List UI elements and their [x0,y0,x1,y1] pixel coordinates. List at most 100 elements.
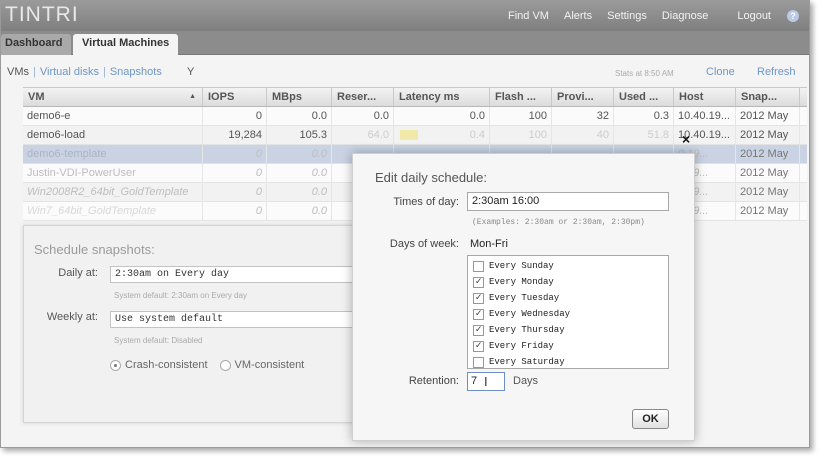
day-checkbox-checked[interactable]: ✓ [473,324,484,336]
snapshot-value: 2012 May [736,202,800,220]
settings-link[interactable]: Settings [607,10,647,22]
day-option-tuesday[interactable]: ✓ Every Tuesday [468,290,668,306]
day-checkbox-checked[interactable]: ✓ [473,308,484,320]
iops-value: 19,284 [203,126,267,144]
day-option-monday[interactable]: ✓ Every Monday [468,274,668,290]
column-header-reserves[interactable]: Reser... [332,88,394,106]
stats-timestamp: Stats at 8:50 AM [615,69,674,78]
snapshot-value: 2012 May [736,145,800,163]
column-header-flash[interactable]: Flash ... [490,88,552,106]
filter-icon[interactable]: Y [187,66,194,78]
snapshot-value: 2012 May [736,183,800,201]
days-of-week-label: Days of week: [389,238,459,250]
dialog-title: Edit daily schedule: [375,170,488,185]
reserves-value: 64.0 [332,126,394,144]
sub-toolbar: VMs | Virtual disks | Snapshots Y Stats at 8… [1,56,809,86]
day-checkbox-checked[interactable]: ✓ [473,292,484,304]
day-checkbox[interactable] [473,260,484,272]
vm-consistent-label: VM-consistent [234,359,305,371]
vm-name: demo6-load [23,126,203,144]
day-label: Every Saturday [489,357,565,367]
weekly-schedule-select[interactable]: Use system default [110,311,360,328]
vm-name: Win2008R2_64bit_GoldTemplate [23,183,203,201]
latency-value: 0.0 [394,107,490,125]
day-checkbox-checked[interactable]: ✓ [473,276,484,288]
top-nav: Find VM Alerts Settings Diagnose Logout [493,10,771,22]
tab-virtual-machines[interactable]: Virtual Machines [73,34,179,56]
daily-default-hint: System default: 2:30am on Every day [114,291,247,300]
times-of-day-label: Times of day: [393,196,459,208]
vm-name: demo6-template [23,145,203,163]
text-cursor-icon: I [484,374,488,389]
snapshots-link[interactable]: Snapshots [110,66,162,78]
day-option-wednesday[interactable]: ✓ Every Wednesday [468,306,668,322]
column-header-mbps[interactable]: MBps [267,88,332,106]
column-header-used[interactable]: Used ... [614,88,674,106]
separator: | [102,66,106,78]
days-of-week-list: Every Sunday ✓ Every Monday ✓ Every Tuesda… [467,255,669,369]
table-row[interactable]: demo6-e 0 0.0 0.0 0.0 100 32 0.3 10.40.1… [23,107,807,126]
mbps-value: 0.0 [267,183,332,201]
day-label: Every Thursday [489,325,565,335]
column-header-provisioned[interactable]: Provi... [552,88,614,106]
help-icon[interactable]: ? [787,10,799,22]
vm-consistent-radio[interactable] [219,359,231,371]
iops-value: 0 [203,107,267,125]
retention-unit: Days [513,375,539,387]
ok-button[interactable]: OK [632,409,669,429]
schedule-snapshots-panel: Schedule snapshots: Daily at: 2:30am on … [23,225,360,423]
mbps-value: 105.3 [267,126,332,144]
day-label: Every Monday [489,277,554,287]
table-header: VM ▲ IOPS MBps Reser... Latency ms Flash … [23,87,807,107]
day-option-thursday[interactable]: ✓ Every Thursday [468,322,668,338]
iops-value: 0 [203,183,267,201]
day-label: Every Sunday [489,261,554,271]
diagnose-link[interactable]: Diagnose [662,10,708,22]
view-switcher: VMs | Virtual disks | Snapshots [7,66,162,78]
top-bar: TINTRI Find VM Alerts Settings Diagnose … [1,1,809,31]
day-option-sunday[interactable]: Every Sunday [468,258,668,274]
tab-dashboard[interactable]: Dashboard [1,34,72,55]
snapshot-value: 2012 May [736,126,800,144]
mbps-value: 0.0 [267,145,332,163]
tintri-logo: TINTRI [5,3,79,26]
column-header-iops[interactable]: IOPS [203,88,267,106]
refresh-link[interactable]: Refresh [757,66,796,78]
flash-value: 100 [490,126,552,144]
column-header-vm[interactable]: VM ▲ [23,88,203,106]
iops-value: 0 [203,202,267,220]
column-label: VM [28,91,45,103]
day-checkbox[interactable] [473,356,484,368]
day-option-friday[interactable]: ✓ Every Friday [468,338,668,354]
weekly-default-hint: System default: Disabled [114,336,203,345]
column-header-host[interactable]: Host [674,88,736,106]
column-header-latency[interactable]: Latency ms [394,88,490,106]
vms-view-link[interactable]: VMs [7,66,29,78]
vm-name: Win7_64bit_GoldTemplate [23,202,203,220]
mbps-value: 0.0 [267,107,332,125]
close-icon[interactable]: × [682,131,690,147]
schedule-panel-title: Schedule snapshots: [34,242,155,257]
snapshot-value: 2012 May [736,107,800,125]
find-vm-link[interactable]: Find VM [508,10,549,22]
host-value: 10.40.19... [674,107,736,125]
crash-consistent-radio[interactable] [110,359,121,371]
daily-schedule-select[interactable]: 2:30am on Every day [110,266,360,283]
column-header-snapshot[interactable]: Snap... [736,88,800,106]
consistency-radio-group: Crash-consistent VM-consistent [110,359,316,371]
iops-value: 0 [203,164,267,182]
day-option-saturday[interactable]: Every Saturday [468,354,668,370]
alerts-link[interactable]: Alerts [564,10,592,22]
retention-label: Retention: [408,375,459,387]
tintri-window: TINTRI Find VM Alerts Settings Diagnose … [0,0,810,448]
vm-name: demo6-e [23,107,203,125]
logout-link[interactable]: Logout [737,10,771,22]
virtual-disks-link[interactable]: Virtual disks [40,66,99,78]
clone-link[interactable]: Clone [706,66,735,78]
day-checkbox-checked[interactable]: ✓ [473,340,484,352]
separator: | [33,66,36,78]
times-of-day-input[interactable]: 2:30am 16:00 [467,192,669,211]
crash-consistent-label: Crash-consistent [125,359,208,371]
latency-value: 0.4 [394,126,490,144]
day-label: Every Friday [489,341,554,351]
